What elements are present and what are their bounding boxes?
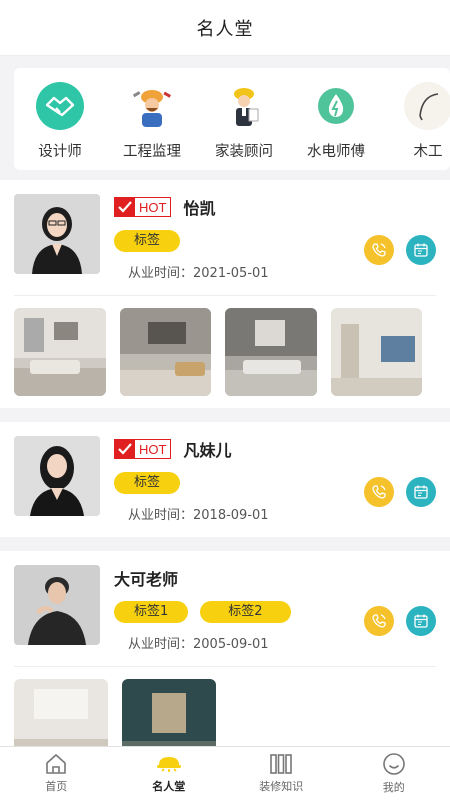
portfolio-photo[interactable] (119, 308, 211, 396)
water-electric-icon (312, 82, 360, 130)
category-supervisor[interactable]: 工程监理 (106, 82, 198, 170)
portfolio-photos[interactable] (14, 666, 436, 746)
tab-knowledge[interactable]: 装修知识 (225, 747, 338, 800)
appointment-button[interactable] (406, 477, 436, 507)
designer-card[interactable]: HOT 怡凯 标签 从业时间：2021-05-01 (0, 180, 450, 408)
designer-name[interactable]: 凡妹儿 (183, 437, 231, 461)
bottom-tab-bar: 首页 名人堂 装修知识 我的 (0, 746, 450, 800)
smile-icon (382, 753, 405, 775)
category-label: 设计师 (38, 144, 82, 160)
designer-card[interactable]: HOT 凡妹儿 标签 从业时间：2018-09-01 (0, 422, 450, 537)
portfolio-photos[interactable] (14, 295, 436, 408)
category-label: 水电师傅 (307, 144, 365, 160)
tab-label: 名人堂 (152, 780, 186, 793)
portfolio-photo[interactable] (122, 679, 216, 746)
phone-icon (372, 485, 386, 499)
designer-name[interactable]: 怡凯 (183, 195, 215, 219)
phone-button[interactable] (364, 606, 394, 636)
carpenter-icon (404, 82, 450, 130)
category-plumber-electrician[interactable]: 水电师傅 (290, 82, 382, 170)
hot-label: HOT (139, 441, 167, 457)
calendar-icon (414, 614, 428, 628)
tab-hall-of-fame[interactable]: 名人堂 (113, 747, 226, 800)
handshake-icon (36, 82, 84, 130)
avatar[interactable] (14, 436, 100, 516)
phone-icon (372, 614, 386, 628)
category-label: 工程监理 (123, 144, 181, 160)
hot-badge: HOT (114, 439, 172, 459)
phone-button[interactable] (364, 477, 394, 507)
category-list[interactable]: 设计师 工程监理 家装顾问 水电师傅 木工 (14, 68, 450, 170)
advisor-icon (220, 82, 268, 130)
app-header: 名人堂 (0, 0, 450, 56)
category-advisor[interactable]: 家装顾问 (198, 82, 290, 170)
designer-card[interactable]: 大可老师 标签1 标签2 从业时间：2005-09-01 (0, 551, 450, 746)
books-icon (270, 754, 293, 774)
tab-label: 我的 (382, 781, 405, 794)
page-title: 名人堂 (196, 18, 254, 40)
calendar-icon (414, 243, 428, 257)
category-label: 家装顾问 (215, 144, 273, 160)
portfolio-photo[interactable] (14, 308, 106, 396)
designer-name[interactable]: 大可老师 (114, 566, 178, 590)
category-carpenter[interactable]: 木工 (382, 82, 450, 170)
avatar[interactable] (14, 194, 100, 274)
tab-home[interactable]: 首页 (0, 747, 113, 800)
engineer-icon (128, 82, 176, 130)
portfolio-photo[interactable] (14, 679, 108, 746)
category-label: 木工 (413, 144, 443, 160)
portfolio-photo[interactable] (225, 308, 317, 396)
calendar-icon (414, 485, 428, 499)
home-icon (46, 754, 67, 774)
category-section: 设计师 工程监理 家装顾问 水电师傅 木工 (0, 56, 450, 182)
phone-button[interactable] (364, 235, 394, 265)
tag: 标签2 (200, 601, 291, 623)
category-designer[interactable]: 设计师 (14, 82, 106, 170)
phone-icon (372, 243, 386, 257)
appointment-button[interactable] (406, 235, 436, 265)
hot-label: HOT (139, 199, 167, 215)
tab-profile[interactable]: 我的 (338, 747, 450, 800)
avatar[interactable] (14, 565, 100, 645)
tag: 标签1 (114, 601, 189, 623)
check-icon (115, 198, 135, 216)
hot-badge: HOT (114, 197, 172, 217)
appointment-button[interactable] (406, 606, 436, 636)
portfolio-photo[interactable] (330, 308, 422, 396)
tab-label: 首页 (45, 780, 68, 793)
tab-label: 装修知识 (259, 780, 304, 793)
tag: 标签 (114, 472, 181, 494)
designer-list[interactable]: HOT 怡凯 标签 从业时间：2021-05-01 HOT 凡妹儿 标签 从业时… (0, 180, 450, 746)
check-icon (115, 440, 135, 458)
hall-of-fame-icon (156, 757, 181, 772)
tag: 标签 (114, 230, 181, 252)
